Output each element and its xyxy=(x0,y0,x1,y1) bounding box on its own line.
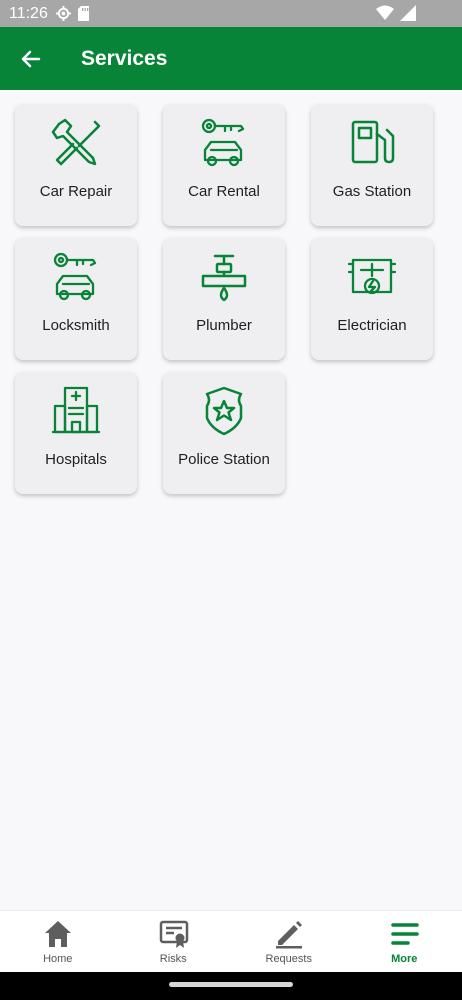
nav-item-more[interactable]: More xyxy=(347,911,462,973)
wrench-screwdriver-icon xyxy=(51,118,101,166)
home-gesture-handle[interactable] xyxy=(169,982,293,987)
certificate-icon xyxy=(159,920,188,948)
settings-status-icon xyxy=(56,6,71,21)
home-icon xyxy=(45,921,71,947)
bottom-navigation: Home Risks Requests More xyxy=(0,910,462,972)
service-electrician[interactable]: Electrician xyxy=(311,238,433,360)
nav-item-risks[interactable]: Risks xyxy=(116,911,232,973)
nav-label: Risks xyxy=(159,953,187,965)
service-label: Car Repair xyxy=(39,183,113,200)
app-bar: Services xyxy=(0,27,462,90)
service-police-station[interactable]: Police Station xyxy=(163,372,285,494)
service-label: Locksmith xyxy=(42,317,110,334)
faucet-icon xyxy=(201,254,247,302)
nav-label-active: More xyxy=(391,953,418,965)
service-gas-station[interactable]: Gas Station xyxy=(311,104,433,226)
signal-icon xyxy=(400,5,416,21)
service-car-repair[interactable]: Car Repair xyxy=(15,104,137,226)
service-label: Plumber xyxy=(196,317,252,334)
electric-panel-icon xyxy=(347,258,397,295)
page-title: Services xyxy=(81,47,168,70)
service-plumber[interactable]: Plumber xyxy=(163,238,285,360)
status-bar: 11:26 xyxy=(0,0,462,27)
key-car-icon xyxy=(53,252,97,301)
status-icons-right xyxy=(376,5,416,21)
service-label: Car Rental xyxy=(188,183,260,200)
nav-item-requests[interactable]: Requests xyxy=(231,911,347,973)
status-time: 11:26 xyxy=(9,5,48,22)
service-label: Hospitals xyxy=(45,451,107,468)
hospital-icon xyxy=(51,386,101,434)
menu-lines-icon xyxy=(390,923,419,945)
car-key-icon xyxy=(201,118,245,167)
system-gesture-bar xyxy=(0,972,462,1000)
service-label: Electrician xyxy=(337,317,407,334)
fuel-pump-icon xyxy=(351,120,395,164)
service-locksmith[interactable]: Locksmith xyxy=(15,238,137,360)
nav-label: Home xyxy=(43,953,73,965)
status-icons-left xyxy=(56,6,90,21)
sd-card-icon xyxy=(78,6,89,21)
wifi-icon xyxy=(376,5,394,20)
service-label: Police Station xyxy=(178,451,270,468)
back-button[interactable] xyxy=(13,41,49,77)
service-car-rental[interactable]: Car Rental xyxy=(163,104,285,226)
police-badge-icon xyxy=(205,386,243,436)
arrow-left-icon xyxy=(21,50,41,68)
service-hospitals[interactable]: Hospitals xyxy=(15,372,137,494)
service-label: Gas Station xyxy=(332,183,412,200)
nav-item-home[interactable]: Home xyxy=(0,911,116,973)
nav-label: Requests xyxy=(265,953,312,965)
pencil-icon xyxy=(276,921,302,949)
